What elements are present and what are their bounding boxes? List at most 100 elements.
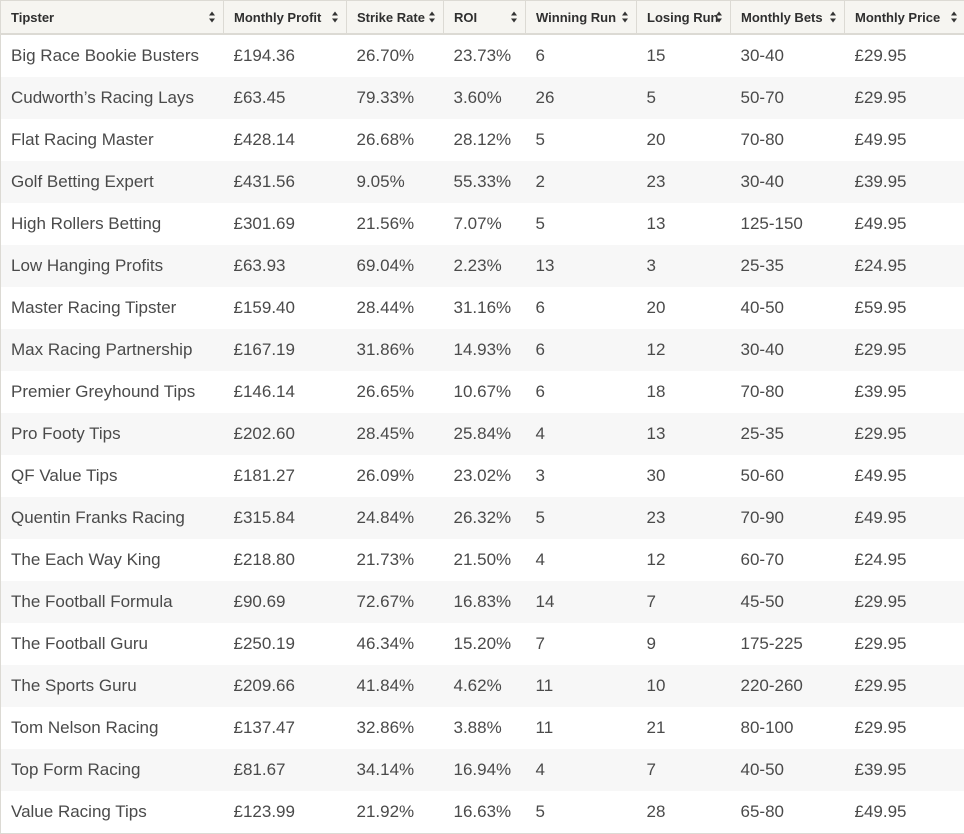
column-header-losing-run[interactable]: Losing Run	[637, 1, 731, 35]
cell-monthly-price: £29.95	[845, 77, 964, 119]
table-row: The Football Formula£90.6972.67%16.83%14…	[1, 581, 964, 623]
cell-monthly-profit: £301.69	[224, 203, 347, 245]
cell-monthly-price: £29.95	[845, 581, 964, 623]
cell-monthly-bets: 70-80	[731, 119, 845, 161]
cell-monthly-bets: 70-90	[731, 497, 845, 539]
table-row: The Each Way King£218.8021.73%21.50%4126…	[1, 539, 964, 581]
sort-icon[interactable]	[951, 12, 958, 23]
cell-monthly-bets: 30-40	[731, 329, 845, 371]
cell-monthly-price: £39.95	[845, 161, 964, 203]
cell-monthly-price: £29.95	[845, 665, 964, 707]
column-header-label: Monthly Price	[855, 10, 940, 25]
cell-monthly-profit: £250.19	[224, 623, 347, 665]
cell-monthly-bets: 25-35	[731, 245, 845, 287]
cell-tipster: The Football Guru	[1, 623, 224, 665]
cell-strike-rate: 31.86%	[347, 329, 444, 371]
cell-tipster: The Each Way King	[1, 539, 224, 581]
cell-losing-run: 9	[637, 623, 731, 665]
cell-monthly-price: £24.95	[845, 539, 964, 581]
cell-losing-run: 15	[637, 34, 731, 77]
cell-tipster: High Rollers Betting	[1, 203, 224, 245]
cell-winning-run: 2	[526, 161, 637, 203]
table-row: Big Race Bookie Busters£194.3626.70%23.7…	[1, 34, 964, 77]
cell-strike-rate: 28.45%	[347, 413, 444, 455]
cell-roi: 3.88%	[444, 707, 526, 749]
cell-strike-rate: 26.65%	[347, 371, 444, 413]
cell-roi: 10.67%	[444, 371, 526, 413]
cell-losing-run: 18	[637, 371, 731, 413]
cell-strike-rate: 26.09%	[347, 455, 444, 497]
sort-icon[interactable]	[332, 12, 339, 23]
cell-tipster: Top Form Racing	[1, 749, 224, 791]
cell-monthly-profit: £63.93	[224, 245, 347, 287]
cell-monthly-bets: 220-260	[731, 665, 845, 707]
cell-monthly-price: £29.95	[845, 707, 964, 749]
cell-monthly-profit: £63.45	[224, 77, 347, 119]
cell-strike-rate: 26.70%	[347, 34, 444, 77]
cell-tipster: QF Value Tips	[1, 455, 224, 497]
cell-roi: 16.94%	[444, 749, 526, 791]
table-row: Golf Betting Expert£431.569.05%55.33%223…	[1, 161, 964, 203]
cell-monthly-profit: £90.69	[224, 581, 347, 623]
cell-tipster: Flat Racing Master	[1, 119, 224, 161]
cell-losing-run: 21	[637, 707, 731, 749]
sort-icon[interactable]	[716, 12, 723, 23]
cell-monthly-price: £29.95	[845, 329, 964, 371]
cell-roi: 26.32%	[444, 497, 526, 539]
cell-monthly-bets: 30-40	[731, 34, 845, 77]
cell-roi: 55.33%	[444, 161, 526, 203]
table-row: Top Form Racing£81.6734.14%16.94%4740-50…	[1, 749, 964, 791]
cell-losing-run: 13	[637, 203, 731, 245]
cell-winning-run: 14	[526, 581, 637, 623]
cell-monthly-bets: 45-50	[731, 581, 845, 623]
column-header-monthly-bets[interactable]: Monthly Bets	[731, 1, 845, 35]
cell-roi: 23.02%	[444, 455, 526, 497]
cell-monthly-price: £29.95	[845, 34, 964, 77]
column-header-winning-run[interactable]: Winning Run	[526, 1, 637, 35]
table-row: Tom Nelson Racing£137.4732.86%3.88%11218…	[1, 707, 964, 749]
cell-losing-run: 5	[637, 77, 731, 119]
table-row: Quentin Franks Racing£315.8424.84%26.32%…	[1, 497, 964, 539]
sort-icon[interactable]	[511, 12, 518, 23]
cell-monthly-profit: £428.14	[224, 119, 347, 161]
cell-strike-rate: 32.86%	[347, 707, 444, 749]
cell-strike-rate: 69.04%	[347, 245, 444, 287]
cell-losing-run: 28	[637, 791, 731, 834]
sort-icon[interactable]	[209, 12, 216, 23]
cell-roi: 21.50%	[444, 539, 526, 581]
cell-monthly-price: £49.95	[845, 497, 964, 539]
sort-icon[interactable]	[429, 12, 436, 23]
cell-losing-run: 20	[637, 287, 731, 329]
tipster-table-container: TipsterMonthly ProfitStrike RateROIWinni…	[0, 0, 964, 834]
cell-monthly-bets: 30-40	[731, 161, 845, 203]
cell-monthly-profit: £146.14	[224, 371, 347, 413]
cell-roi: 4.62%	[444, 665, 526, 707]
cell-losing-run: 3	[637, 245, 731, 287]
column-header-label: Monthly Bets	[741, 10, 823, 25]
column-header-roi[interactable]: ROI	[444, 1, 526, 35]
column-header-monthly-price[interactable]: Monthly Price	[845, 1, 964, 35]
cell-losing-run: 23	[637, 161, 731, 203]
cell-tipster: Master Racing Tipster	[1, 287, 224, 329]
column-header-tipster[interactable]: Tipster	[1, 1, 224, 35]
sort-icon[interactable]	[830, 12, 837, 23]
cell-monthly-price: £29.95	[845, 413, 964, 455]
table-row: The Sports Guru£209.6641.84%4.62%1110220…	[1, 665, 964, 707]
cell-monthly-bets: 80-100	[731, 707, 845, 749]
cell-monthly-bets: 125-150	[731, 203, 845, 245]
cell-winning-run: 11	[526, 707, 637, 749]
cell-winning-run: 6	[526, 371, 637, 413]
cell-winning-run: 5	[526, 203, 637, 245]
column-header-strike-rate[interactable]: Strike Rate	[347, 1, 444, 35]
cell-losing-run: 23	[637, 497, 731, 539]
sort-icon[interactable]	[622, 12, 629, 23]
cell-tipster: The Sports Guru	[1, 665, 224, 707]
cell-roi: 16.63%	[444, 791, 526, 834]
cell-tipster: Value Racing Tips	[1, 791, 224, 834]
cell-monthly-price: £49.95	[845, 119, 964, 161]
cell-monthly-price: £49.95	[845, 455, 964, 497]
column-header-monthly-profit[interactable]: Monthly Profit	[224, 1, 347, 35]
cell-monthly-price: £39.95	[845, 749, 964, 791]
cell-losing-run: 12	[637, 329, 731, 371]
cell-monthly-bets: 40-50	[731, 749, 845, 791]
